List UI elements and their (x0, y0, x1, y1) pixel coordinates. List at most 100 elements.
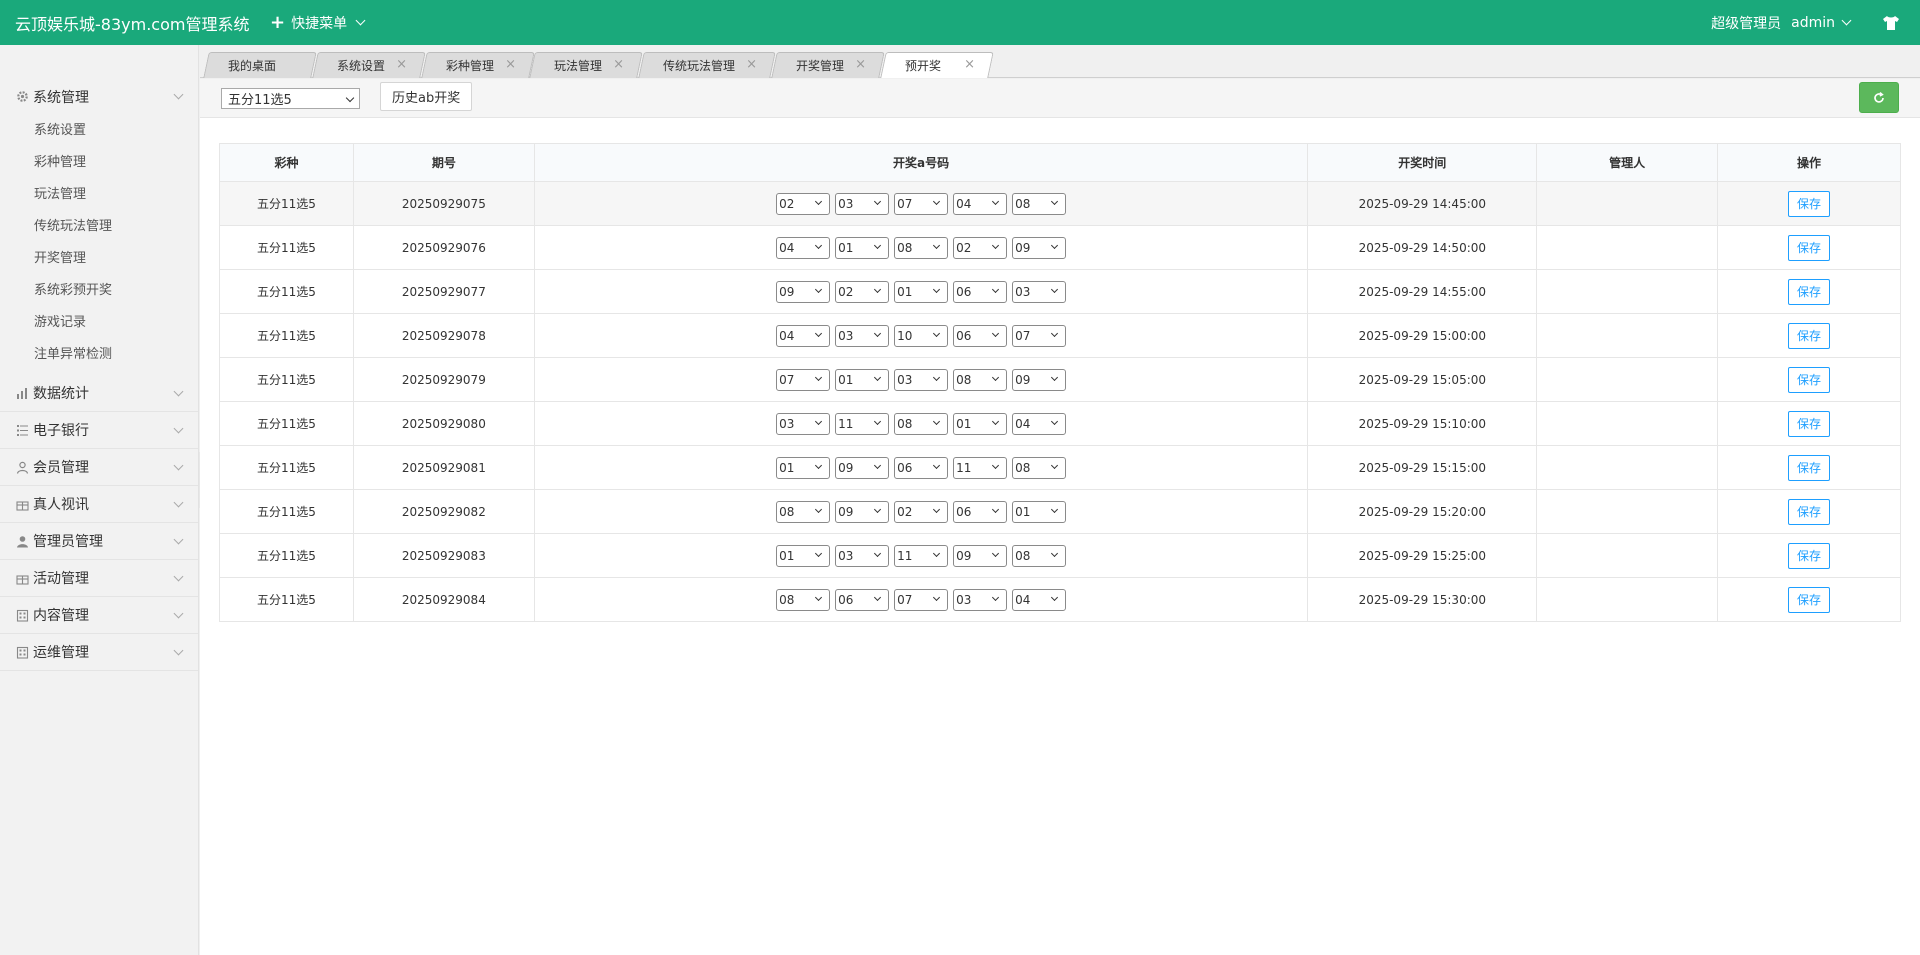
sidebar-group[interactable]: 管理员管理 (0, 523, 198, 560)
chevron-down-icon (1051, 505, 1059, 513)
issue-cell: 20250929080 (352, 401, 535, 446)
draw-number-select[interactable]: 04 (1012, 588, 1067, 611)
skin-shirt-icon[interactable] (1882, 15, 1900, 31)
draw-number-select[interactable]: 01 (953, 412, 1008, 435)
draw-number-select[interactable]: 07 (1012, 324, 1067, 347)
sidebar-group[interactable]: 电子银行 (0, 412, 198, 449)
draw-number-value: 06 (897, 460, 913, 475)
save-button[interactable]: 保存 (1788, 234, 1831, 261)
draw-number-select[interactable]: 08 (776, 588, 831, 611)
sidebar-item[interactable]: 传统玩法管理 (0, 211, 198, 243)
sidebar-group[interactable]: 内容管理 (0, 597, 198, 634)
draw-number-select[interactable]: 09 (835, 500, 890, 523)
draw-number-select[interactable]: 08 (1012, 192, 1067, 215)
draw-number-select[interactable]: 01 (1012, 500, 1067, 523)
draw-number-select[interactable]: 06 (953, 324, 1008, 347)
draw-number-select[interactable]: 09 (835, 456, 890, 479)
tab[interactable]: 玩法管理 × (529, 52, 643, 78)
close-icon[interactable]: × (613, 57, 624, 72)
draw-number-select[interactable]: 09 (1012, 368, 1067, 391)
draw-number-select[interactable]: 06 (835, 588, 890, 611)
sidebar-group[interactable]: 数据统计 (0, 375, 198, 412)
draw-number-select[interactable]: 04 (776, 324, 831, 347)
save-button[interactable]: 保存 (1788, 322, 1831, 349)
sidebar-item[interactable]: 系统设置 (0, 115, 198, 147)
draw-number-value: 06 (956, 328, 972, 343)
draw-number-select[interactable]: 03 (894, 368, 949, 391)
sidebar-item[interactable]: 彩种管理 (0, 147, 198, 179)
draw-number-select[interactable]: 11 (835, 412, 890, 435)
draw-number-select[interactable]: 01 (894, 280, 949, 303)
tab[interactable]: 我的桌面 (203, 52, 317, 78)
close-icon[interactable]: × (505, 57, 516, 72)
sidebar-item[interactable]: 注单异常检测 (0, 339, 198, 371)
draw-number-select[interactable]: 09 (776, 280, 831, 303)
draw-number-select[interactable]: 01 (776, 456, 831, 479)
draw-number-select[interactable]: 08 (953, 368, 1008, 391)
draw-number-select[interactable]: 11 (894, 544, 949, 567)
draw-number-select[interactable]: 02 (894, 500, 949, 523)
draw-number-select[interactable]: 08 (894, 236, 949, 259)
draw-number-select[interactable]: 01 (776, 544, 831, 567)
draw-number-select[interactable]: 06 (953, 280, 1008, 303)
tab[interactable]: 彩种管理 × (421, 52, 535, 78)
draw-number-select[interactable]: 02 (835, 280, 890, 303)
save-button[interactable]: 保存 (1788, 190, 1831, 217)
sidebar-group[interactable]: 真人视讯 (0, 486, 198, 523)
draw-number-select[interactable]: 09 (953, 544, 1008, 567)
history-ab-draw-button[interactable]: 历史ab开奖 (380, 82, 473, 111)
draw-number-select[interactable]: 03 (835, 544, 890, 567)
draw-number-select[interactable]: 03 (835, 192, 890, 215)
draw-number-select[interactable]: 06 (894, 456, 949, 479)
draw-number-select[interactable]: 11 (953, 456, 1008, 479)
draw-number-select[interactable]: 07 (894, 588, 949, 611)
save-button[interactable]: 保存 (1788, 586, 1831, 613)
save-button[interactable]: 保存 (1788, 454, 1831, 481)
draw-number-select[interactable]: 07 (776, 368, 831, 391)
draw-number-select[interactable]: 01 (835, 236, 890, 259)
lottery-select[interactable]: 五分11选5 (221, 88, 360, 109)
draw-number-select[interactable]: 08 (1012, 456, 1067, 479)
tab[interactable]: 开奖管理 × (771, 52, 885, 78)
draw-number-select[interactable]: 06 (953, 500, 1008, 523)
user-menu[interactable]: admin (1791, 15, 1854, 31)
close-icon[interactable]: × (746, 57, 757, 72)
sidebar-item[interactable]: 游戏记录 (0, 307, 198, 339)
refresh-button[interactable] (1859, 82, 1899, 113)
draw-number-select[interactable]: 07 (894, 192, 949, 215)
sidebar-item[interactable]: 系统彩预开奖 (0, 275, 198, 307)
close-icon[interactable]: × (396, 57, 407, 72)
save-button[interactable]: 保存 (1788, 366, 1831, 393)
save-button[interactable]: 保存 (1788, 498, 1831, 525)
draw-number-select[interactable]: 03 (953, 588, 1008, 611)
tab[interactable]: 预开奖 × (880, 52, 994, 78)
draw-number-select[interactable]: 09 (1012, 236, 1067, 259)
draw-number-select[interactable]: 03 (1012, 280, 1067, 303)
sidebar-group[interactable]: 会员管理 (0, 449, 198, 486)
tab[interactable]: 传统玩法管理 × (638, 52, 776, 78)
draw-number-select[interactable]: 03 (835, 324, 890, 347)
draw-number-select[interactable]: 04 (953, 192, 1008, 215)
draw-number-select[interactable]: 10 (894, 324, 949, 347)
sidebar-group[interactable]: 运维管理 (0, 634, 198, 671)
draw-number-select[interactable]: 02 (953, 236, 1008, 259)
draw-number-select[interactable]: 08 (776, 500, 831, 523)
tab[interactable]: 系统设置 × (312, 52, 426, 78)
draw-number-select[interactable]: 04 (1012, 412, 1067, 435)
close-icon[interactable]: × (964, 57, 975, 72)
draw-number-select[interactable]: 02 (776, 192, 831, 215)
draw-number-select[interactable]: 01 (835, 368, 890, 391)
draw-number-select[interactable]: 08 (1012, 544, 1067, 567)
close-icon[interactable]: × (855, 57, 866, 72)
save-button[interactable]: 保存 (1788, 542, 1831, 569)
save-button[interactable]: 保存 (1788, 410, 1831, 437)
save-button[interactable]: 保存 (1788, 278, 1831, 305)
sidebar-group-system[interactable]: 系统管理 (0, 78, 198, 115)
draw-number-select[interactable]: 03 (776, 412, 831, 435)
draw-number-select[interactable]: 04 (776, 236, 831, 259)
quick-menu-button[interactable]: + 快捷菜单 (270, 13, 368, 33)
sidebar-item[interactable]: 开奖管理 (0, 243, 198, 275)
draw-number-select[interactable]: 08 (894, 412, 949, 435)
sidebar-group[interactable]: 活动管理 (0, 560, 198, 597)
sidebar-item[interactable]: 玩法管理 (0, 179, 198, 211)
